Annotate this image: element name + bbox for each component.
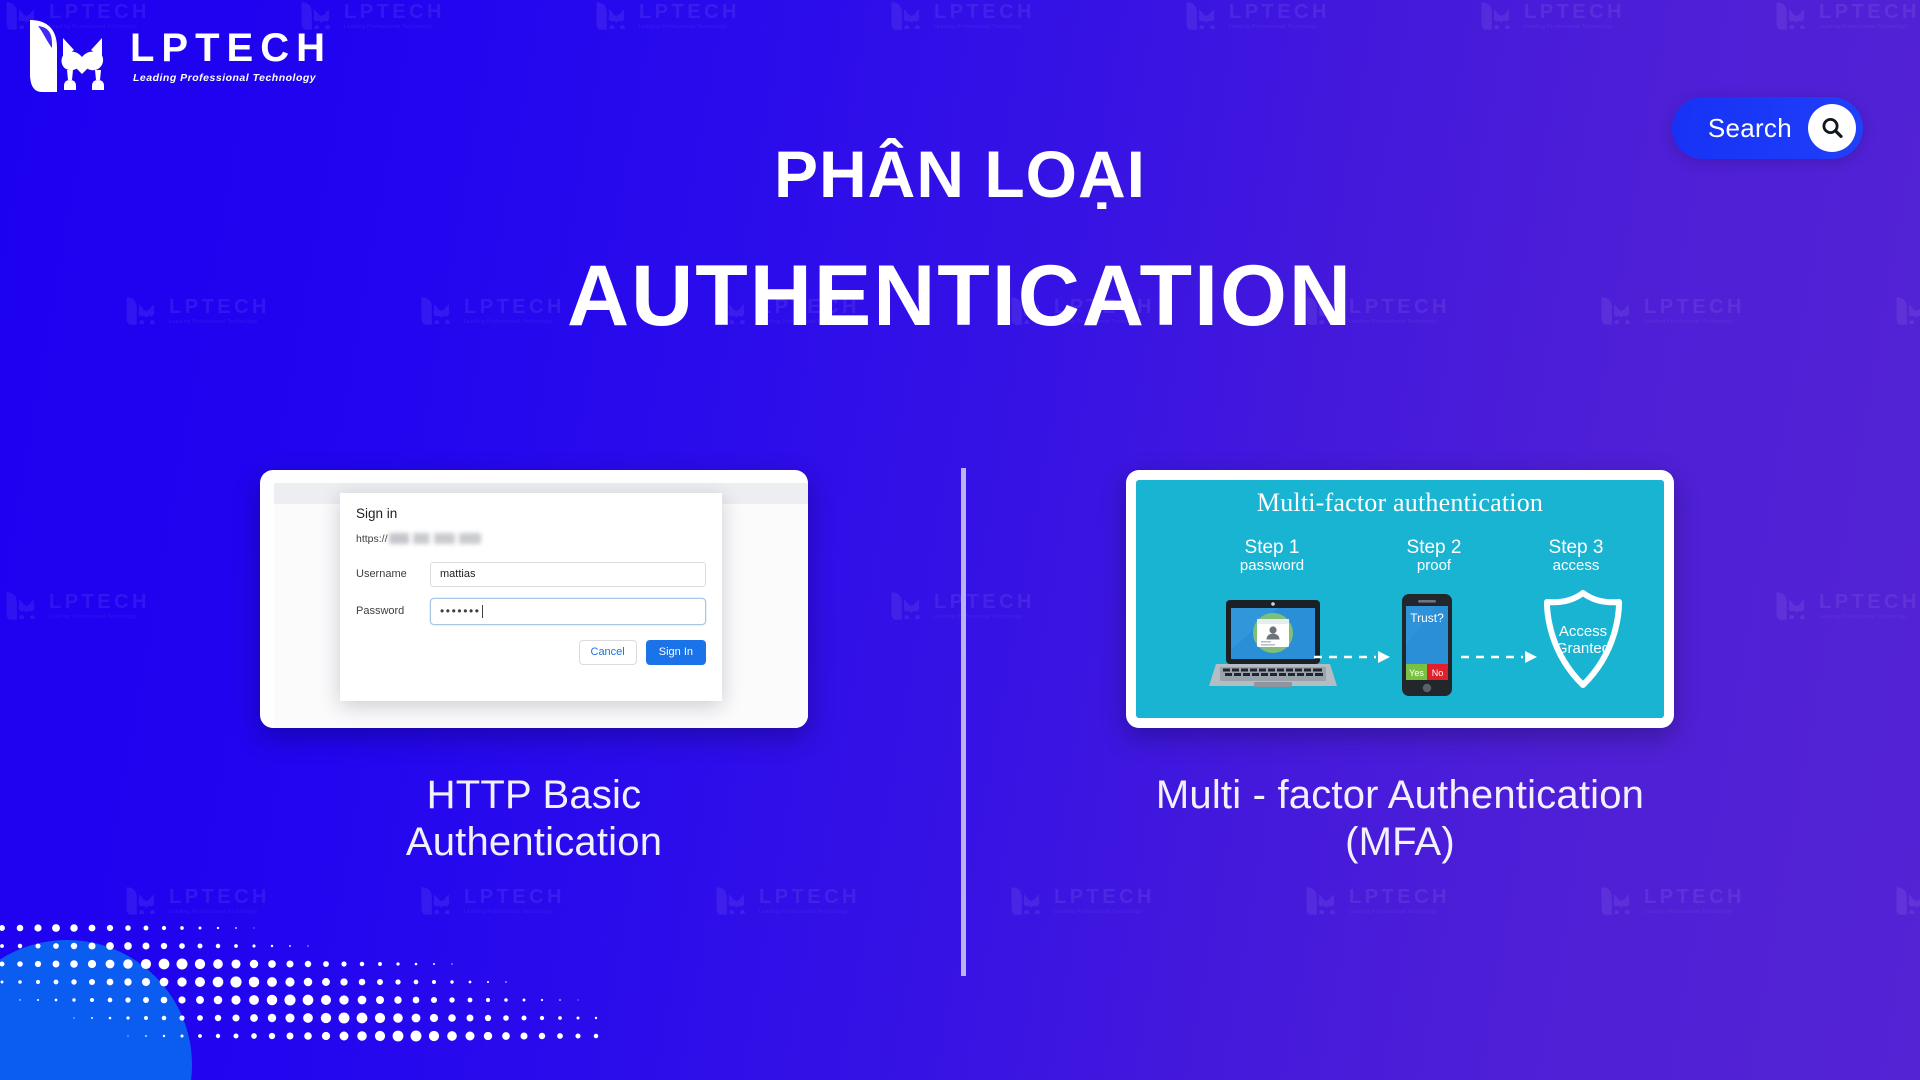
mfa-heading: Multi-factor authentication — [1256, 488, 1544, 517]
search-icon — [1808, 104, 1856, 152]
panel-http-basic-auth: Sign in https:// Username mattias Passwo… — [260, 470, 808, 866]
panel-mfa: Multi-factor authentication Step 1 passw… — [1126, 470, 1674, 866]
signin-dialog-url: https:// — [356, 533, 706, 545]
panel-right-caption-line1: Multi - factor Authentication — [1155, 773, 1645, 817]
username-input[interactable]: mattias — [430, 561, 706, 587]
mfa-step-1-name: Step 1 — [1244, 537, 1300, 558]
password-input[interactable]: ••••••• — [430, 597, 706, 625]
panel-left-caption-line2: Authentication — [405, 820, 663, 865]
vertical-divider — [961, 468, 966, 976]
page-title: PHÂN LOẠI AUTHENTICATION — [0, 137, 1920, 345]
signin-button[interactable]: Sign In — [645, 639, 706, 665]
signin-dialog-title: Sign in — [356, 506, 398, 521]
smartphone-icon: Trust? Yes No — [1402, 594, 1452, 696]
laptop-icon — [1209, 600, 1337, 687]
username-label: Username — [356, 568, 407, 580]
panel-right-caption: Multi - factor Authentication (MFA) — [1126, 772, 1674, 866]
password-row: Password ••••••• — [356, 597, 706, 625]
signin-url-prefix: https:// — [356, 532, 388, 545]
panel-left-caption: HTTP Basic Authentication — [260, 772, 808, 866]
mfa-step-3-heading: Step 3 access — [1506, 538, 1646, 574]
text-caret — [481, 604, 483, 618]
svg-text:Trust?: Trust? — [1410, 611, 1444, 625]
brand-logo: LPTECH Leading Professional Technology — [16, 14, 332, 98]
username-row: Username mattias — [356, 561, 706, 587]
password-masked-value: ••••••• — [440, 604, 481, 618]
mfa-infographic-card: Multi-factor authentication Step 1 passw… — [1126, 470, 1674, 728]
title-line-1: PHÂN LOẠI — [774, 137, 1146, 211]
lptech-cat-logo-icon — [30, 20, 104, 92]
signin-dialog: Sign in https:// Username mattias Passwo… — [340, 493, 722, 701]
dialog-action-bar: Cancel Sign In — [356, 639, 706, 665]
mfa-step-2-heading: Step 2 proof — [1374, 538, 1494, 574]
mfa-infographic: Multi-factor authentication Step 1 passw… — [1136, 480, 1664, 718]
decorative-circle — [0, 940, 192, 1080]
brand-name: LPTECH — [130, 26, 332, 70]
mfa-step-1-heading: Step 1 password — [1202, 538, 1342, 574]
svg-text:No: No — [1432, 668, 1444, 678]
mfa-step-1-sub: password — [1239, 556, 1305, 574]
brand-tagline: Leading Professional Technology — [133, 72, 317, 84]
svg-text:Yes: Yes — [1409, 668, 1424, 678]
brand-wordmark: LPTECH Leading Professional Technology — [130, 28, 332, 84]
mfa-step-3-name: Step 3 — [1548, 537, 1604, 558]
password-label: Password — [356, 605, 405, 617]
flow-arrow-2 — [1461, 651, 1537, 663]
mfa-step-3-sub: access — [1552, 556, 1600, 574]
search-button[interactable]: Search — [1671, 97, 1863, 159]
title-line-2: AUTHENTICATION — [566, 248, 1353, 345]
cancel-button[interactable]: Cancel — [578, 639, 637, 665]
slide-canvas: LPTECH Leading Professional Technology L… — [0, 0, 1920, 1080]
mfa-step-2-name: Step 2 — [1406, 537, 1462, 558]
shield-icon — [1543, 590, 1623, 688]
flow-arrow-1 — [1314, 651, 1390, 663]
panel-right-caption-line2: (MFA) — [1345, 820, 1455, 865]
signin-url-redacted — [388, 533, 481, 544]
mfa-step-2-sub: proof — [1416, 556, 1452, 574]
browser-window-screenshot: Sign in https:// Username mattias Passwo… — [260, 470, 808, 728]
panel-left-caption-line1: HTTP Basic — [426, 773, 642, 817]
search-button-label: Search — [1707, 113, 1792, 143]
